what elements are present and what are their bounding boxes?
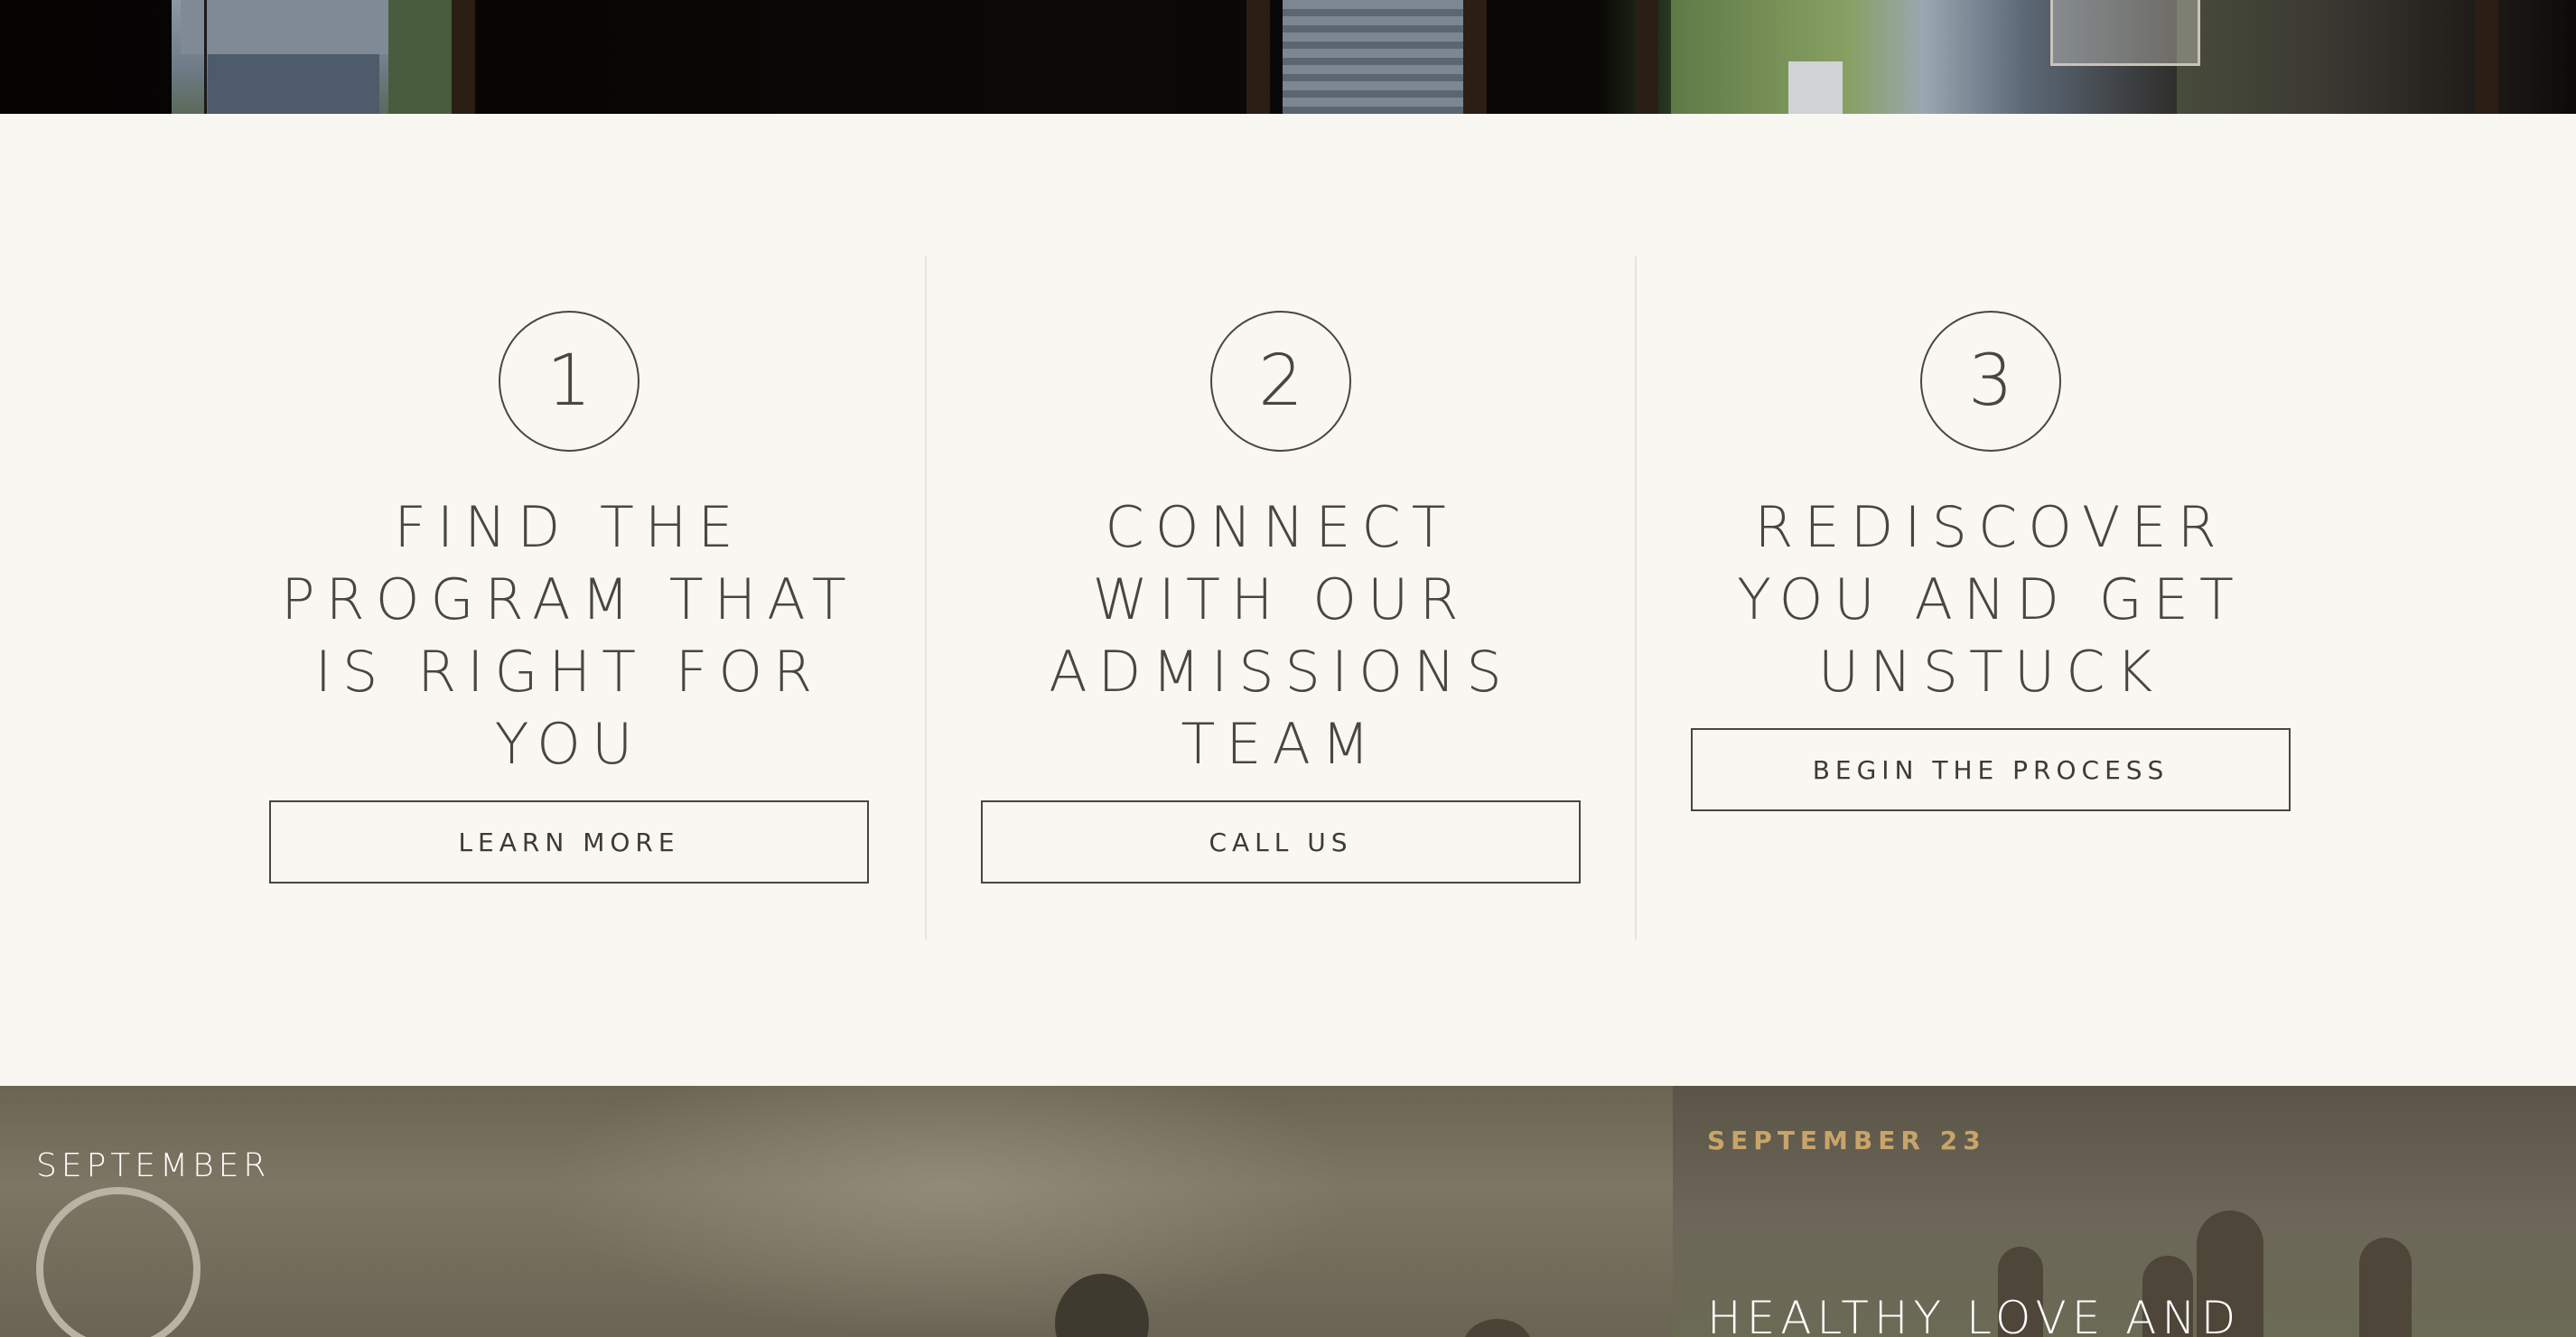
step-number-circle: 3 — [1920, 311, 2061, 452]
learn-more-button[interactable]: LEARN MORE — [269, 800, 869, 884]
hero-image-strip — [0, 0, 2576, 114]
window-view-yard — [1671, 0, 2200, 114]
steps-section: 1 FIND THE PROGRAM THAT IS RIGHT FOR YOU… — [0, 114, 2576, 1086]
background-figure — [1463, 1319, 1532, 1337]
column-divider — [1635, 257, 1637, 940]
calendar-day-ring[interactable] — [36, 1187, 201, 1337]
window-frame — [1463, 0, 1487, 114]
step-title: FIND THE PROGRAM THAT IS RIGHT FOR YOU — [281, 494, 857, 777]
step-number-circle: 2 — [1210, 311, 1351, 452]
window-frame — [452, 0, 475, 114]
window-frame — [2475, 0, 2498, 114]
event-date: SEPTEMBER 23 — [1707, 1126, 1986, 1155]
featured-event-card[interactable]: SEPTEMBER 23 HEALTHY LOVE AND — [1673, 1086, 2576, 1337]
calendar-month-label: SEPTEMBER — [36, 1147, 271, 1184]
event-title[interactable]: HEALTHY LOVE AND — [1707, 1292, 2241, 1337]
window-frame — [1635, 0, 1658, 114]
window-view-house — [172, 0, 452, 114]
step-3: 3 REDISCOVER YOU AND GET UNSTUCK BEGIN T… — [1691, 311, 2291, 811]
step-1: 1 FIND THE PROGRAM THAT IS RIGHT FOR YOU… — [269, 311, 869, 884]
step-number-circle: 1 — [499, 311, 639, 452]
step-title: REDISCOVER YOU AND GET UNSTUCK — [1737, 494, 2245, 705]
begin-process-button[interactable]: BEGIN THE PROCESS — [1691, 728, 2291, 811]
events-section: SEPTEMBER SEPTEMBER 23 HEALTHY LOVE AND — [0, 1086, 2576, 1337]
step-title: CONNECT WITH OUR ADMISSIONS TEAM — [1049, 494, 1513, 777]
column-divider — [925, 257, 927, 940]
step-2: 2 CONNECT WITH OUR ADMISSIONS TEAM CALL … — [981, 311, 1581, 884]
window-cord — [204, 0, 207, 114]
background-figure — [2359, 1238, 2412, 1337]
call-us-button[interactable]: CALL US — [981, 800, 1581, 884]
window-view-siding — [1283, 0, 1463, 114]
window-frame — [1246, 0, 1270, 114]
events-calendar-panel: SEPTEMBER — [0, 1086, 1673, 1337]
